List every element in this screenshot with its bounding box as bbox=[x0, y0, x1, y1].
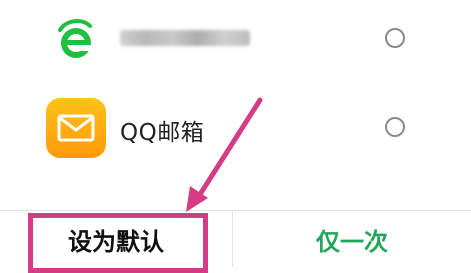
green-e-browser-icon bbox=[58, 19, 92, 58]
set-default-button[interactable]: 设为默认 bbox=[0, 211, 232, 267]
radio-button[interactable] bbox=[385, 28, 405, 48]
radio-button[interactable] bbox=[385, 117, 405, 137]
app-option-qq-mail[interactable]: QQ邮箱 bbox=[0, 80, 471, 175]
just-once-button[interactable]: 仅一次 bbox=[233, 211, 471, 267]
qq-mail-icon bbox=[46, 98, 106, 158]
blurred-app-label bbox=[120, 30, 250, 46]
app-label-qq-mail: QQ邮箱 bbox=[120, 120, 205, 146]
